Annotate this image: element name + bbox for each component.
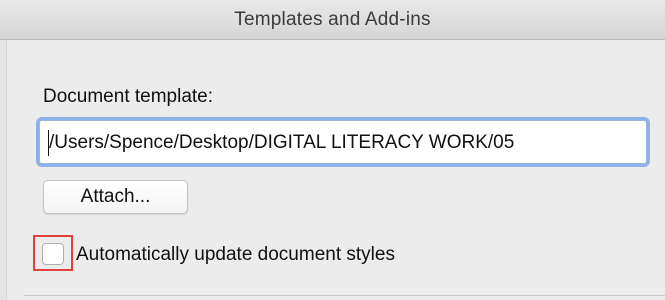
auto-update-styles-label[interactable]: Automatically update document styles bbox=[76, 244, 395, 266]
attach-button[interactable]: Attach... bbox=[43, 180, 188, 214]
left-edge-divider bbox=[0, 40, 7, 300]
auto-update-styles-checkbox[interactable] bbox=[42, 243, 64, 265]
document-template-path-input[interactable]: /Users/Spence/Desktop/DIGITAL LITERACY W… bbox=[39, 120, 647, 164]
dialog-title: Templates and Add-ins bbox=[234, 9, 431, 30]
title-bar: Templates and Add-ins bbox=[0, 0, 665, 40]
section-separator bbox=[24, 295, 665, 296]
text-caret bbox=[48, 130, 49, 156]
document-template-path-value: /Users/Spence/Desktop/DIGITAL LITERACY W… bbox=[49, 132, 515, 153]
templates-dialog: Templates and Add-ins Document template:… bbox=[0, 0, 665, 300]
document-template-label: Document template: bbox=[43, 86, 214, 107]
